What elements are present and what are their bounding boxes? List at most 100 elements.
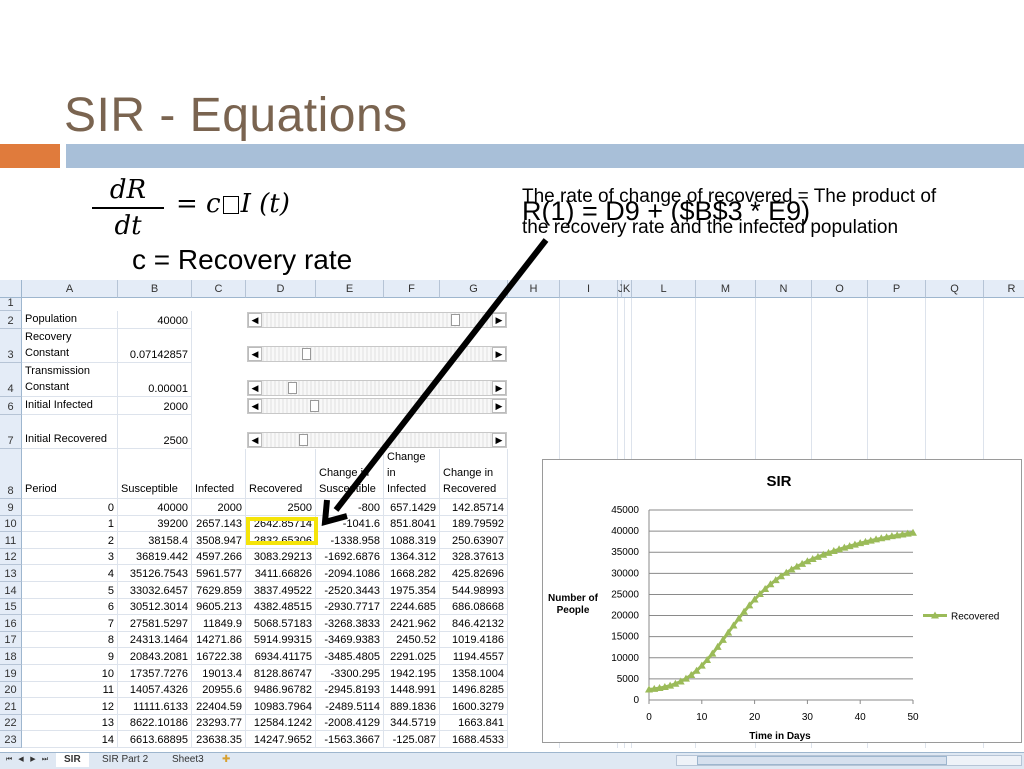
param-value-cell[interactable]: 0.07142857	[118, 329, 192, 363]
next-sheet-icon[interactable]: ▶	[28, 755, 38, 765]
table-cell[interactable]: 1364.312	[384, 548, 440, 566]
slider-right-arrow-icon[interactable]: ▶	[492, 347, 506, 361]
slider-thumb[interactable]	[310, 400, 320, 412]
header-susceptible[interactable]: Susceptible	[118, 449, 192, 499]
table-cell[interactable]: 2450.52	[384, 631, 440, 649]
table-cell[interactable]: -2008.4129	[316, 714, 384, 732]
table-cell[interactable]: 5914.99315	[246, 631, 316, 649]
header-change-recovered[interactable]: Change in Recovered	[440, 449, 508, 499]
row-header-17[interactable]: 17	[0, 631, 22, 649]
horizontal-scrollbar[interactable]	[676, 755, 1022, 766]
param-value-cell[interactable]: 40000	[118, 311, 192, 329]
row-header-19[interactable]: 19	[0, 665, 22, 682]
table-cell[interactable]: -2520.3443	[316, 582, 384, 599]
row-header-2[interactable]: 2	[0, 311, 22, 329]
tab-sheet3[interactable]: Sheet3	[164, 753, 212, 767]
slider-left-arrow-icon[interactable]: ◀	[248, 399, 262, 413]
column-header-l[interactable]: L	[632, 280, 696, 298]
column-header-i[interactable]: I	[560, 280, 618, 298]
table-cell[interactable]: -2930.7717	[316, 598, 384, 616]
table-cell[interactable]: 14	[22, 731, 118, 748]
select-all-corner[interactable]	[0, 280, 22, 298]
table-cell[interactable]: -3469.9383	[316, 631, 384, 649]
column-header-n[interactable]: N	[756, 280, 812, 298]
table-cell[interactable]: 14247.9652	[246, 731, 316, 748]
table-cell[interactable]: -1041.6	[316, 515, 384, 533]
param-label-cell[interactable]: Recovery Constant	[22, 329, 118, 363]
row-header-13[interactable]: 13	[0, 565, 22, 582]
table-cell[interactable]: 30512.3014	[118, 598, 192, 616]
parameter-slider[interactable]: ◀ ▶	[247, 346, 507, 362]
table-cell[interactable]: 23638.35	[192, 731, 246, 748]
column-header-k[interactable]: K	[622, 280, 632, 298]
table-cell[interactable]: 344.5719	[384, 714, 440, 732]
column-header-a[interactable]: A	[22, 280, 118, 298]
table-cell[interactable]: 3	[22, 548, 118, 566]
prev-sheet-icon[interactable]: ◀	[16, 755, 26, 765]
table-cell[interactable]: 12	[22, 698, 118, 715]
table-cell[interactable]: 846.42132	[440, 615, 508, 632]
table-cell[interactable]: 19013.4	[192, 665, 246, 682]
table-cell[interactable]: 142.85714	[440, 499, 508, 516]
param-label-cell[interactable]: Transmission Constant	[22, 363, 118, 397]
slider-right-arrow-icon[interactable]: ▶	[492, 399, 506, 413]
table-cell[interactable]: 1496.8285	[440, 681, 508, 699]
table-cell[interactable]: -800	[316, 499, 384, 516]
row-header-10[interactable]: 10	[0, 515, 22, 533]
table-cell[interactable]: 250.63907	[440, 532, 508, 549]
first-sheet-icon[interactable]: ⏮	[4, 755, 14, 765]
table-cell[interactable]: 1600.3279	[440, 698, 508, 715]
row-header-9[interactable]: 9	[0, 499, 22, 516]
table-cell[interactable]: -1692.6876	[316, 548, 384, 566]
table-cell[interactable]: 4597.266	[192, 548, 246, 566]
table-cell[interactable]: -1338.958	[316, 532, 384, 549]
table-cell[interactable]: 7	[22, 615, 118, 632]
table-cell[interactable]: 6934.41175	[246, 648, 316, 665]
table-cell[interactable]: -3268.3833	[316, 615, 384, 632]
param-label-cell[interactable]: Initial Infected	[22, 397, 118, 415]
tab-sir[interactable]: SIR	[56, 753, 89, 767]
slider-track[interactable]	[262, 433, 492, 447]
table-cell[interactable]: 6613.68895	[118, 731, 192, 748]
table-cell[interactable]: 2000	[192, 499, 246, 516]
slider-right-arrow-icon[interactable]: ▶	[492, 313, 506, 327]
table-cell[interactable]: 1663.841	[440, 714, 508, 732]
table-cell[interactable]: 10	[22, 665, 118, 682]
parameter-slider[interactable]: ◀ ▶	[247, 380, 507, 396]
column-header-c[interactable]: C	[192, 280, 246, 298]
slider-thumb[interactable]	[288, 382, 298, 394]
table-cell[interactable]: -1563.3667	[316, 731, 384, 748]
table-cell[interactable]: 1088.319	[384, 532, 440, 549]
table-cell[interactable]: 8128.86747	[246, 665, 316, 682]
column-header-b[interactable]: B	[118, 280, 192, 298]
table-cell[interactable]: 27581.5297	[118, 615, 192, 632]
slider-right-arrow-icon[interactable]: ▶	[492, 381, 506, 395]
column-header-f[interactable]: F	[384, 280, 440, 298]
param-value-cell[interactable]: 2000	[118, 397, 192, 415]
table-cell[interactable]: 1942.195	[384, 665, 440, 682]
slider-right-arrow-icon[interactable]: ▶	[492, 433, 506, 447]
table-cell[interactable]: 544.98993	[440, 582, 508, 599]
row-header-20[interactable]: 20	[0, 681, 22, 699]
column-header-o[interactable]: O	[812, 280, 868, 298]
table-cell[interactable]: 4382.48515	[246, 598, 316, 616]
slider-left-arrow-icon[interactable]: ◀	[248, 433, 262, 447]
param-value-cell[interactable]: 2500	[118, 415, 192, 449]
table-cell[interactable]: 16722.38	[192, 648, 246, 665]
table-cell[interactable]: 3837.49522	[246, 582, 316, 599]
table-cell[interactable]: 2	[22, 532, 118, 549]
last-sheet-icon[interactable]: ⏭	[40, 755, 50, 765]
table-cell[interactable]: 11849.9	[192, 615, 246, 632]
header-change-susceptible[interactable]: Change in Susceptible	[316, 449, 384, 499]
table-cell[interactable]: 425.82696	[440, 565, 508, 582]
table-cell[interactable]: 9486.96782	[246, 681, 316, 699]
table-cell[interactable]: 3083.29213	[246, 548, 316, 566]
row-header-21[interactable]: 21	[0, 698, 22, 715]
slider-left-arrow-icon[interactable]: ◀	[248, 313, 262, 327]
table-cell[interactable]: 24313.1464	[118, 631, 192, 649]
table-cell[interactable]: 10983.7964	[246, 698, 316, 715]
column-header-p[interactable]: P	[868, 280, 926, 298]
table-cell[interactable]: 33032.6457	[118, 582, 192, 599]
column-header-q[interactable]: Q	[926, 280, 984, 298]
table-cell[interactable]: 1975.354	[384, 582, 440, 599]
